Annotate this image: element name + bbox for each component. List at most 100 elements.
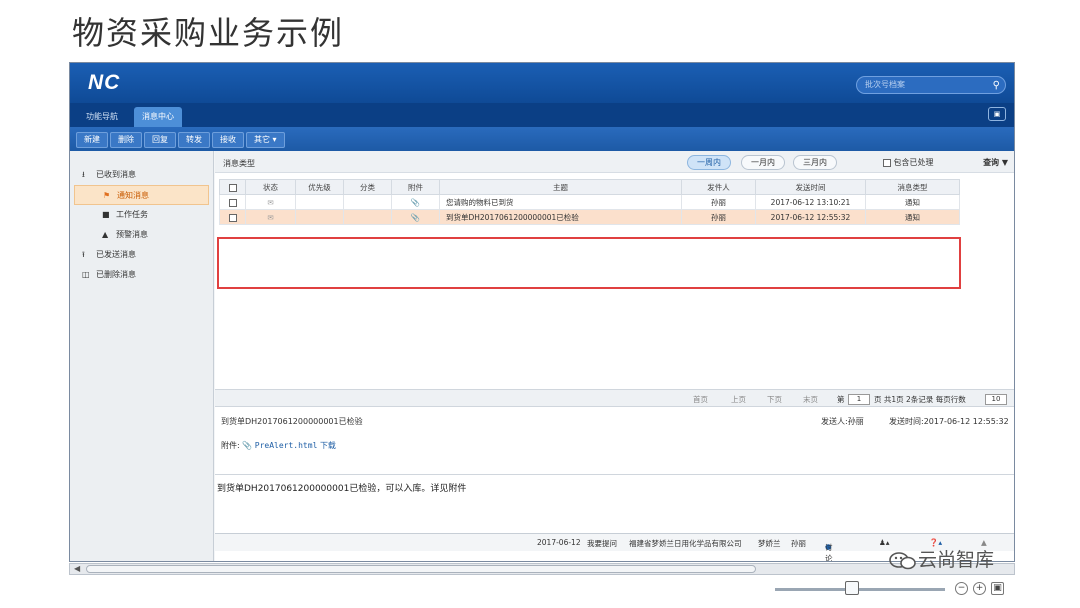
- row-checkbox-cell[interactable]: [219, 194, 246, 210]
- last-page-link[interactable]: 末页: [803, 394, 818, 405]
- period-month-button[interactable]: 一月内: [741, 155, 785, 170]
- window-restore-icon[interactable]: ▣: [988, 107, 1006, 121]
- search-icon[interactable]: ⚲: [993, 78, 1000, 94]
- category-cell: [343, 209, 392, 225]
- attachment-file-link[interactable]: PreAlert.html: [255, 441, 318, 450]
- sidebar-item-label: 通知消息: [117, 191, 149, 200]
- briefcase-icon: ■: [102, 210, 110, 219]
- sidebar-item-deleted[interactable]: ◫ 已删除消息: [70, 265, 213, 285]
- time-cell: 2017-06-12 12:55:32: [755, 209, 866, 225]
- scrollbar-thumb[interactable]: [86, 565, 756, 573]
- reply-button[interactable]: 回复: [144, 132, 176, 148]
- attach-label: 附件:: [221, 441, 240, 450]
- column-header[interactable]: 消息类型: [865, 179, 960, 195]
- time-cell: 2017-06-12 13:10:21: [755, 194, 866, 210]
- tab-bar: 功能导航 消息中心 ▣: [70, 103, 1014, 127]
- download-link[interactable]: 下载: [320, 441, 336, 450]
- highlight-frame: [217, 237, 961, 289]
- pager: 首页 上页 下页 末页 第 1 页 共1页 2条记录 每页行数 10: [215, 389, 1014, 407]
- query-button[interactable]: 查询 ▼: [983, 157, 1008, 168]
- sidebar-item-task[interactable]: ■ 工作任务: [70, 205, 213, 225]
- toolbar: 新建 删除 回复 转发 接收 其它 ▾: [70, 127, 1014, 151]
- page-number-input[interactable]: 1: [848, 394, 870, 405]
- column-header[interactable]: 分类: [343, 179, 392, 195]
- zoom-out-icon[interactable]: −: [955, 582, 968, 595]
- sidebar-item-label: 预警消息: [116, 230, 148, 239]
- status-company: 福建省梦娇兰日用化学品有限公司: [629, 539, 742, 548]
- paperclip-icon: 📎: [391, 194, 440, 210]
- table-row[interactable]: ✉ 📎 您请购的物料已到货 孙丽 2017-06-12 13:10:21 通知: [219, 194, 960, 210]
- row-checkbox-cell[interactable]: [219, 209, 246, 225]
- priority-cell: [295, 209, 344, 225]
- search-placeholder: 批次号档案: [865, 80, 905, 89]
- message-body: 到货单DH2017061200000001已检验，可以入库。详见附件: [217, 484, 467, 494]
- page-prefix: 第: [837, 395, 845, 404]
- filter-row: 消息类型 一周内 一月内 三月内 包含已处理 查询 ▼: [215, 151, 1014, 173]
- include-processed-checkbox[interactable]: 包含已处理: [883, 157, 934, 168]
- search-input[interactable]: 批次号档案 ⚲: [856, 76, 1006, 94]
- subject-cell[interactable]: 您请购的物料已到货: [439, 194, 682, 210]
- watermark-text: 云尚智库: [918, 549, 995, 571]
- rows-per-page-input[interactable]: 10: [985, 394, 1007, 405]
- message-table: 状态 优先级 分类 附件 主题 发件人 发送时间 消息类型 ✉ 📎 您请购的物料…: [219, 179, 960, 225]
- zoom-slider-handle[interactable]: [845, 581, 859, 595]
- other-menu-button[interactable]: 其它 ▾: [246, 132, 285, 148]
- next-page-link[interactable]: 下页: [767, 394, 782, 405]
- watermark: 云尚智库: [888, 545, 994, 572]
- column-header[interactable]: 主题: [439, 179, 682, 195]
- nc-logo: NC: [88, 71, 121, 94]
- column-header[interactable]: 附件: [391, 179, 440, 195]
- select-all-cell[interactable]: [219, 179, 246, 195]
- first-page-link[interactable]: 首页: [693, 394, 708, 405]
- category-cell: [343, 194, 392, 210]
- paperclip-icon: 📎: [242, 441, 253, 450]
- period-three-months-button[interactable]: 三月内: [793, 155, 837, 170]
- row-checkbox[interactable]: [228, 213, 237, 222]
- zoom-slider-track[interactable]: [775, 588, 945, 591]
- forward-button[interactable]: 转发: [178, 132, 210, 148]
- table-row-selected[interactable]: ✉ 📎 到货单DH2017061200000001已检验 孙丽 2017-06-…: [219, 209, 960, 225]
- period-week-button[interactable]: 一周内: [687, 155, 731, 170]
- horizontal-scrollbar[interactable]: ◀: [69, 563, 1015, 575]
- envelope-icon: ✉: [245, 209, 296, 225]
- sidebar-item-received[interactable]: ⭳ 已收到消息: [70, 165, 213, 185]
- table-header-row: 状态 优先级 分类 附件 主题 发件人 发送时间 消息类型: [219, 179, 960, 195]
- new-button[interactable]: 新建: [76, 132, 108, 148]
- sidebar-item-label: 已发送消息: [96, 250, 136, 259]
- type-cell: 通知: [865, 209, 960, 225]
- ask-question-link[interactable]: 我要提问: [587, 538, 617, 549]
- sidebar-item-label: 已收到消息: [96, 170, 136, 179]
- prev-page-link[interactable]: 上页: [731, 394, 746, 405]
- sidebar-item-alert[interactable]: ▲ 预警消息: [70, 225, 213, 245]
- delete-button[interactable]: 删除: [110, 132, 142, 148]
- column-header[interactable]: 状态: [245, 179, 296, 195]
- column-header[interactable]: 发件人: [681, 179, 756, 195]
- tab-message-center[interactable]: 消息中心: [134, 107, 182, 127]
- column-header[interactable]: 发送时间: [755, 179, 866, 195]
- tab-function-nav[interactable]: 功能导航: [78, 107, 126, 127]
- trash-icon: ◫: [82, 270, 90, 279]
- scroll-left-icon[interactable]: ◀: [74, 564, 80, 573]
- receive-button[interactable]: 接收: [212, 132, 244, 148]
- select-all-checkbox[interactable]: [228, 183, 237, 192]
- checkbox-box[interactable]: [883, 158, 891, 167]
- fit-screen-icon[interactable]: ▣: [991, 582, 1004, 595]
- message-detail: 到货单DH2017061200000001已检验 发送人:孙丽 发送时间:201…: [215, 407, 1014, 475]
- outbox-icon: ⭱: [82, 250, 85, 259]
- app-header: NC 批次号档案 ⚲: [70, 63, 1014, 103]
- wechat-logo-icon: [889, 551, 916, 569]
- detail-send-time: 发送时间:2017-06-12 12:55:32: [889, 417, 1009, 426]
- status-org: 梦娇兰: [758, 539, 781, 548]
- status-date: 2017-06-12: [537, 538, 581, 547]
- envelope-icon: ✉: [245, 194, 296, 210]
- sidebar-item-sent[interactable]: ⭱ 已发送消息: [70, 245, 213, 265]
- column-header[interactable]: 优先级: [295, 179, 344, 195]
- zoom-in-icon[interactable]: +: [973, 582, 986, 595]
- page-info: 页 共1页 2条记录 每页行数: [874, 395, 966, 404]
- type-cell: 通知: [865, 194, 960, 210]
- sidebar-item-notice[interactable]: ⚑ 通知消息: [74, 185, 209, 205]
- subject-cell[interactable]: 到货单DH2017061200000001已检验: [439, 209, 682, 225]
- include-processed-label: 包含已处理: [893, 158, 934, 167]
- inbox-icon: ⭳: [82, 170, 85, 179]
- row-checkbox[interactable]: [228, 198, 237, 207]
